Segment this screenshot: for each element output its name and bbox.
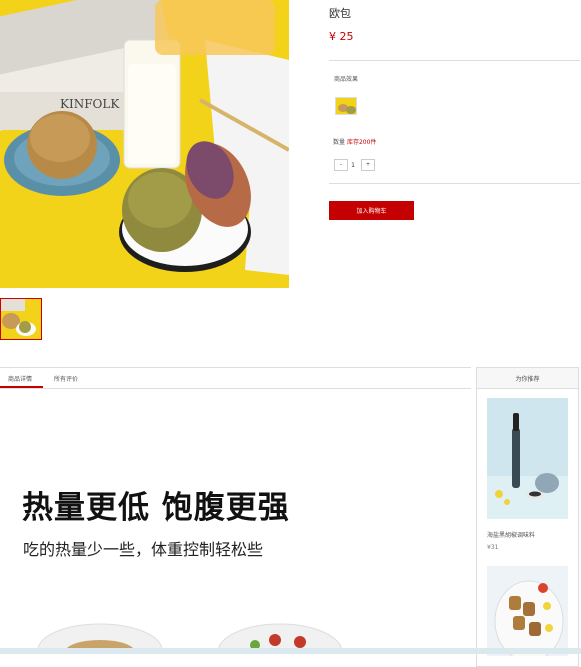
product-main-image: KINFOLK (0, 0, 289, 288)
product-price: ¥ 25 (329, 30, 354, 43)
quantity-input[interactable]: 1 (347, 159, 359, 171)
tabs-bottom-border (0, 388, 471, 389)
tab-reviews[interactable]: 所有评价 (54, 374, 78, 383)
tabs-top-border (0, 367, 471, 368)
recommend-item-name[interactable]: 海盐黑胡椒调味料 (487, 530, 535, 539)
recommend-title: 为你推荐 (477, 368, 578, 389)
stock-text: 库存200件 (346, 139, 377, 146)
svg-text:KINFOLK: KINFOLK (60, 97, 120, 111)
page-bottom-strip (0, 648, 581, 654)
add-to-cart-button[interactable]: 加入购物车 (329, 201, 414, 220)
product-title: 欧包 (329, 7, 351, 20)
product-thumbnail[interactable] (0, 298, 42, 340)
recommend-item-image[interactable] (487, 566, 568, 656)
quantity-plus-button[interactable]: + (361, 159, 375, 171)
effect-option-thumbnail[interactable] (335, 97, 357, 115)
divider (329, 183, 580, 184)
divider (329, 60, 580, 61)
quantity-label: 数量 (333, 139, 346, 146)
quantity-minus-button[interactable]: - (334, 159, 348, 171)
effect-label: 商品效果 (334, 76, 359, 83)
detail-headline: 热量更低 饱腹更强 (22, 490, 290, 526)
recommend-item-image[interactable] (487, 398, 568, 519)
tab-details[interactable]: 商品详情 (8, 374, 32, 383)
quantity-row: 数量 库存200件 (333, 137, 376, 146)
recommend-item-price: ¥31 (487, 544, 499, 551)
detail-subline: 吃的热量少一些，体重控制轻松些 (23, 540, 264, 559)
